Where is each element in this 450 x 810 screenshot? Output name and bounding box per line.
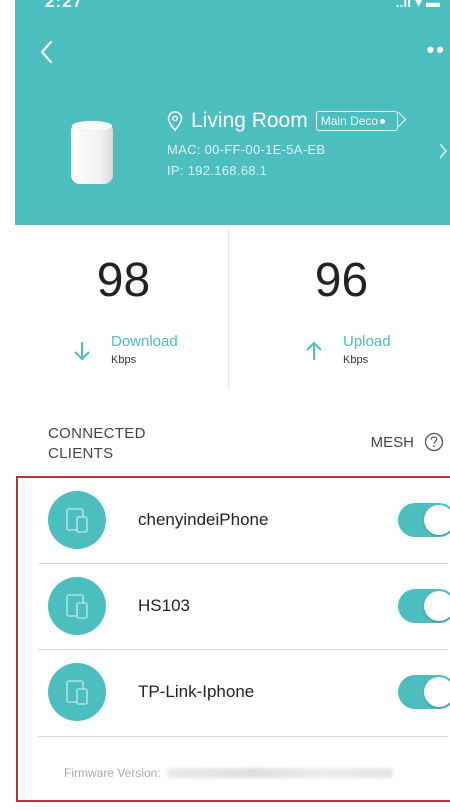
mac-address: MAC: 00-FF-00-1E-5A-EB (167, 142, 326, 157)
devices-icon (66, 594, 88, 619)
client-row[interactable]: chenyindeiPhone (38, 478, 450, 562)
download-meta: Download Kbps (73, 333, 178, 366)
toggle-knob (424, 677, 450, 707)
back-button[interactable] (37, 38, 57, 66)
download-value: 98 (96, 254, 151, 307)
arrow-down-icon (74, 342, 90, 361)
client-name: HS103 (138, 596, 190, 615)
client-avatar (48, 663, 106, 721)
chevron-right-icon[interactable] (438, 142, 448, 160)
client-row[interactable]: TP-Link-Iphone (38, 650, 450, 734)
main-deco-badge: Main Deco (315, 111, 399, 131)
download-unit: Kbps (111, 354, 137, 366)
firmware-version: Firmware Version: (64, 766, 393, 780)
heading-line-2: CLIENTS (48, 445, 114, 462)
deco-device-image (71, 120, 113, 184)
toggle-knob (424, 505, 450, 535)
client-avatar (48, 577, 106, 635)
client-row[interactable]: HS103 (38, 564, 450, 648)
upload-stat: 96 Upload Kbps (233, 225, 450, 390)
status-time: 2:27 (45, 0, 84, 11)
client-avatar (48, 491, 106, 549)
more-options-button[interactable]: •• (427, 39, 446, 61)
badge-dot-icon (380, 119, 386, 125)
firmware-label: Firmware Version: (64, 766, 161, 780)
arrow-up-icon (306, 341, 322, 360)
location-row[interactable]: Living Room Main Deco (167, 106, 399, 136)
mesh-control: MESH (371, 432, 444, 452)
help-icon[interactable] (424, 432, 444, 452)
device-header: 2:27 ..ıl ▾ ▬ •• Living Room Main Deco M… (15, 0, 450, 225)
devices-icon (66, 508, 88, 533)
client-name: chenyindeiPhone (138, 510, 269, 529)
client-toggle[interactable] (398, 589, 450, 623)
speed-stats: 98 Download Kbps 96 Upload Kbps (15, 225, 450, 390)
main-deco-badge-label: Main Deco (320, 114, 379, 128)
connected-clients-heading: CONNECTED CLIENTS (48, 424, 146, 464)
location-pin-icon (167, 111, 183, 131)
stats-divider (228, 228, 229, 388)
upload-value: 96 (314, 254, 369, 307)
ip-address: IP: 192.168.68.1 (167, 163, 268, 178)
heading-line-1: CONNECTED (48, 425, 146, 442)
mesh-label: MESH (370, 433, 414, 451)
client-toggle[interactable] (398, 503, 450, 537)
clients-list: chenyindeiPhone HS103 TP-Link-Iphone (16, 476, 450, 802)
upload-meta: Upload Kbps (305, 333, 391, 366)
toggle-knob (424, 591, 450, 621)
upload-label: Upload (343, 333, 391, 350)
devices-icon (66, 680, 88, 705)
download-stat: 98 Download Kbps (15, 225, 232, 390)
status-indicators: ..ıl ▾ ▬ (395, 0, 440, 10)
client-toggle[interactable] (398, 675, 450, 709)
row-divider (38, 736, 448, 737)
client-name: TP-Link-Iphone (138, 682, 255, 701)
download-label: Download (111, 333, 178, 350)
device-info: Living Room Main Deco MAC: 00-FF-00-1E-5… (167, 106, 399, 178)
location-name: Living Room (191, 109, 308, 132)
firmware-value-redacted (166, 768, 393, 778)
upload-unit: Kbps (343, 354, 369, 366)
